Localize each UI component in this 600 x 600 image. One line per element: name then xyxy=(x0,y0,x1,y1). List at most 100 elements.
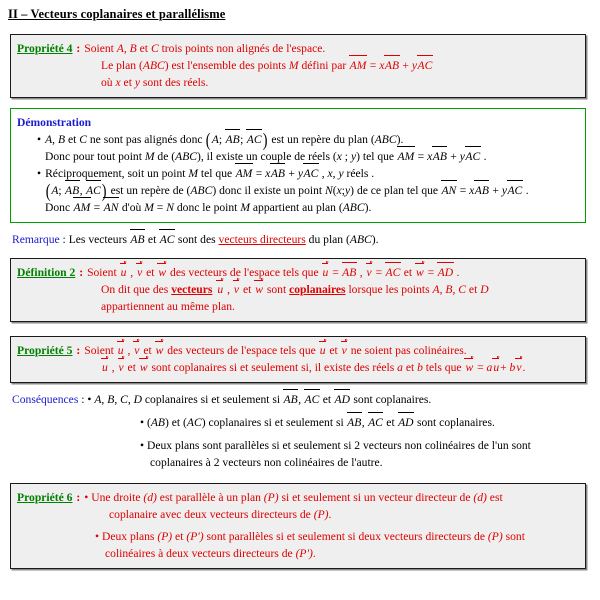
vector-v: v xyxy=(365,261,373,279)
text: + xyxy=(399,59,412,72)
point-b: B xyxy=(57,133,66,146)
bullet-icon: • xyxy=(37,167,42,180)
text: coplanaire avec deux vecteurs directeurs… xyxy=(109,508,314,521)
point-d: D xyxy=(133,393,143,406)
text: de ce plan tel que xyxy=(354,184,441,197)
text: : xyxy=(59,233,69,246)
vector-ab: AB xyxy=(270,163,286,180)
consequences-line-4: coplanaires à 2 vecteurs non colinéaires… xyxy=(150,456,383,469)
text: donc le point xyxy=(173,201,241,214)
plane-abc: ABC xyxy=(142,59,165,72)
text: = xyxy=(474,361,487,374)
text: et xyxy=(136,42,151,55)
text: des vecteurs de l'espace tels que xyxy=(167,266,322,279)
text: de ( xyxy=(154,150,176,163)
plane-p: (P) xyxy=(487,530,503,543)
vector-v: v xyxy=(340,339,348,357)
vector-ab: AB xyxy=(225,129,241,146)
point-b: B xyxy=(129,42,137,55)
text: et xyxy=(143,266,158,279)
text: et xyxy=(65,133,80,146)
propriete-5-label: Propriété 5 xyxy=(17,344,73,357)
text: , xyxy=(108,361,118,374)
plane-abc: ABC xyxy=(374,133,397,146)
text: Soient xyxy=(87,266,120,279)
plane-p-prime: (P') xyxy=(186,530,204,543)
text: = xyxy=(456,184,470,197)
vector-ac: AC xyxy=(417,55,433,72)
vector-ac: AC xyxy=(385,262,401,279)
text: lorsque les points xyxy=(345,283,433,296)
text: ( xyxy=(144,416,151,429)
text: Soient xyxy=(84,344,117,357)
consequences-line-3: • Deux plans sont parallèles si et seule… xyxy=(0,437,600,454)
text: , xyxy=(127,266,137,279)
text: ) coplanaires si et seulement si xyxy=(201,416,347,429)
plane-abc: ABC xyxy=(342,201,365,214)
text: = xyxy=(424,266,438,279)
definition-2-line-2: On dit que des vecteurs u , v et w sont c… xyxy=(17,278,579,298)
text: si et seulement si un vecteur directeur … xyxy=(278,491,474,504)
propriete-4-colon: : xyxy=(73,42,81,55)
vector-u: u xyxy=(492,356,500,374)
text: ). xyxy=(371,233,379,246)
vector-w: w xyxy=(464,356,474,374)
vector-ad: AD xyxy=(334,389,351,406)
vector-u: u xyxy=(318,339,327,357)
text: . xyxy=(328,508,332,521)
vector-ab: AB xyxy=(474,180,490,197)
point-c: C xyxy=(458,283,467,296)
text: trois points non alignés de l'espace. xyxy=(158,42,326,55)
text: où xyxy=(101,76,116,89)
text: = xyxy=(252,167,266,180)
text: Soient xyxy=(84,42,117,55)
propriete-6-line-3: • Deux plans (P) et (P') sont parallèles… xyxy=(17,528,579,545)
text: ) donc il existe un point xyxy=(212,184,326,197)
demonstration-heading: Démonstration xyxy=(17,116,92,129)
propriete-5-line-1: Propriété 5 : Soient u , v et w des vecte… xyxy=(17,339,579,359)
text: . xyxy=(453,266,460,279)
vector-ac: AC xyxy=(302,163,319,180)
text: = xyxy=(414,150,428,163)
point-n: N xyxy=(325,184,333,197)
text: = xyxy=(366,59,380,72)
vector-ab: AB xyxy=(283,389,299,406)
definition-2-colon: : xyxy=(76,266,84,279)
text: sont coplanaires. xyxy=(350,393,432,406)
propriete-6-line-1: Propriété 6 : • Une droite (d) est parall… xyxy=(17,489,579,506)
text: Les vecteurs xyxy=(68,233,130,246)
plane-p: (P) xyxy=(263,491,279,504)
point-m: M xyxy=(188,167,199,180)
vector-ab: AB xyxy=(129,229,146,246)
propriete-6-box: Propriété 6 : • Une droite (d) est parall… xyxy=(10,483,586,569)
vecteurs-directeurs-term: vecteurs directeurs xyxy=(218,233,306,246)
remarque-line: Remarque : Les vecteurs AB et AC sont de… xyxy=(0,229,600,248)
propriete-4-box: Propriété 4 : Soient A, B et C trois poin… xyxy=(10,34,586,98)
plane-abc: ABC xyxy=(349,233,372,246)
vector-v: v xyxy=(515,356,523,374)
vector-w: w xyxy=(154,339,165,357)
text: défini par xyxy=(298,59,350,72)
text: ) tel que xyxy=(356,150,397,163)
page-title: II – Vecteurs coplanaires et parallélism… xyxy=(8,7,226,21)
point-c: C xyxy=(120,393,128,406)
text: + xyxy=(489,184,502,197)
vector-ac: AC xyxy=(304,389,320,406)
text: : xyxy=(78,393,88,406)
text: + xyxy=(447,150,460,163)
origin-a: A xyxy=(211,133,219,146)
demonstration-line-4: (A; AB, AC) est un repère de (ABC) donc … xyxy=(45,180,529,202)
text: du plan ( xyxy=(305,233,350,246)
text: sont coplanaires si et seulement si, il … xyxy=(148,361,398,374)
text: et xyxy=(145,233,160,246)
vector-u: u xyxy=(101,356,109,374)
text: , xyxy=(124,344,134,357)
text: . xyxy=(522,184,529,197)
propriete-6-line-4: colinéaires à deux vecteurs directeurs d… xyxy=(17,545,579,562)
text: sont coplanaires. xyxy=(414,416,495,429)
demonstration-box: Démonstration • A, B et C ne sont pas ali… xyxy=(10,108,586,223)
line-d: (d) xyxy=(473,491,487,504)
vector-v: v xyxy=(117,356,125,374)
vector-u: u xyxy=(321,261,330,279)
text: Donc xyxy=(45,201,74,214)
